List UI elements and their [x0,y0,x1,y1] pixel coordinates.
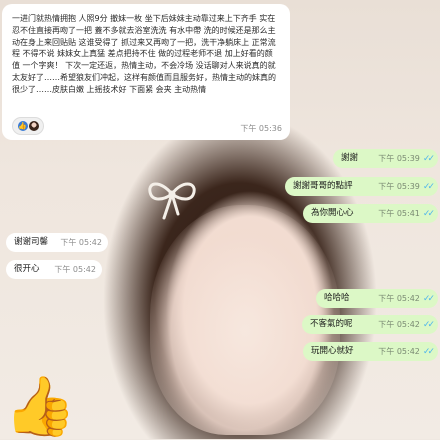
message-text: 不客氣的呢 [310,319,353,329]
read-check-icon: ✓✓ [422,154,435,164]
thumbs-up-icon: 👍 [17,121,28,131]
reactor-avatar [28,121,39,131]
incoming-message-review[interactable]: 一进门就热情拥抱 人照9分 撤妹一枚 坐下后妹妹主动靠过来上下齐手 实在忍不住直… [2,4,290,140]
message-text: 為你開心心 [311,208,354,218]
message-text: 謝謝 [341,153,359,163]
message-text: 很开心 [14,264,40,274]
outgoing-message[interactable]: 哈哈哈 下午 05:42 ✓✓ [316,289,438,308]
message-time: 下午 05:39 [378,182,420,191]
outgoing-message[interactable]: 謝謝哥哥的點評 下午 05:39 ✓✓ [285,177,438,196]
message-time: 下午 05:36 [240,124,282,134]
read-check-icon: ✓✓ [422,294,435,304]
outgoing-message[interactable]: 玩開心就好 下午 05:42 ✓✓ [303,342,438,361]
outgoing-message[interactable]: 謝謝 下午 05:39 ✓✓ [333,149,438,168]
message-text: 玩開心就好 [311,346,354,356]
message-time: 下午 05:42 [378,347,420,356]
outgoing-message[interactable]: 不客氣的呢 下午 05:42 ✓✓ [302,315,438,334]
outgoing-message[interactable]: 為你開心心 下午 05:41 ✓✓ [303,204,438,223]
read-check-icon: ✓✓ [422,347,435,357]
message-text: 哈哈哈 [324,293,350,303]
message-time: 下午 05:41 [378,209,420,218]
read-check-icon: ✓✓ [422,182,435,192]
incoming-message[interactable]: 很开心 下午 05:42 [6,260,102,279]
message-text: 一进门就热情拥抱 人照9分 撤妹一枚 坐下后妹妹主动靠过来上下齐手 实在忍不住直… [12,14,276,94]
message-text: 谢谢司馨 [14,237,49,247]
hair-bow-decoration [148,182,196,220]
message-time: 下午 05:42 [60,238,102,247]
incoming-message[interactable]: 谢谢司馨 下午 05:42 [6,233,108,252]
read-check-icon: ✓✓ [422,209,435,219]
message-reaction[interactable]: 👍 [12,117,44,135]
message-time: 下午 05:39 [378,154,420,163]
message-text: 謝謝哥哥的點評 [293,181,353,191]
thumbs-up-sticker-icon[interactable]: 👍 [4,376,76,436]
message-time: 下午 05:42 [378,320,420,329]
message-time: 下午 05:42 [378,294,420,303]
message-time: 下午 05:42 [54,265,96,274]
read-check-icon: ✓✓ [422,320,435,330]
